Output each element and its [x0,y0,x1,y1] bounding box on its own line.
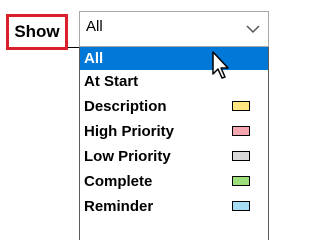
option-label: Reminder [84,198,154,215]
option-low-priority[interactable]: Low Priority [80,145,268,168]
reminder-color-swatch [232,201,250,211]
option-label: Complete [84,173,153,190]
screen: Show All All At Start Description High P… [0,0,271,240]
option-all[interactable]: All [80,47,268,70]
mouse-pointer-icon [212,51,229,79]
dropdown-list: All At Start Description High Priority L… [79,47,269,240]
option-description[interactable]: Description [80,95,268,118]
complete-color-swatch [232,176,250,186]
option-label: Low Priority [84,148,171,165]
option-label: At Start [84,73,139,90]
show-label: Show [6,14,68,50]
option-high-priority[interactable]: High Priority [80,120,268,143]
low-priority-color-swatch [232,151,250,161]
combobox-value: All [86,18,103,35]
option-complete[interactable]: Complete [80,170,268,193]
show-combobox[interactable]: All [79,11,269,47]
option-label: All [84,50,104,67]
option-at-start[interactable]: At Start [80,70,268,93]
option-label: Description [84,98,167,115]
high-priority-color-swatch [232,126,250,136]
dropdown-toggle-button[interactable] [238,12,268,46]
show-label-text: Show [14,22,60,41]
option-reminder[interactable]: Reminder [80,195,268,218]
option-label: High Priority [84,123,175,140]
chevron-down-icon [246,24,260,33]
description-color-swatch [232,101,250,111]
